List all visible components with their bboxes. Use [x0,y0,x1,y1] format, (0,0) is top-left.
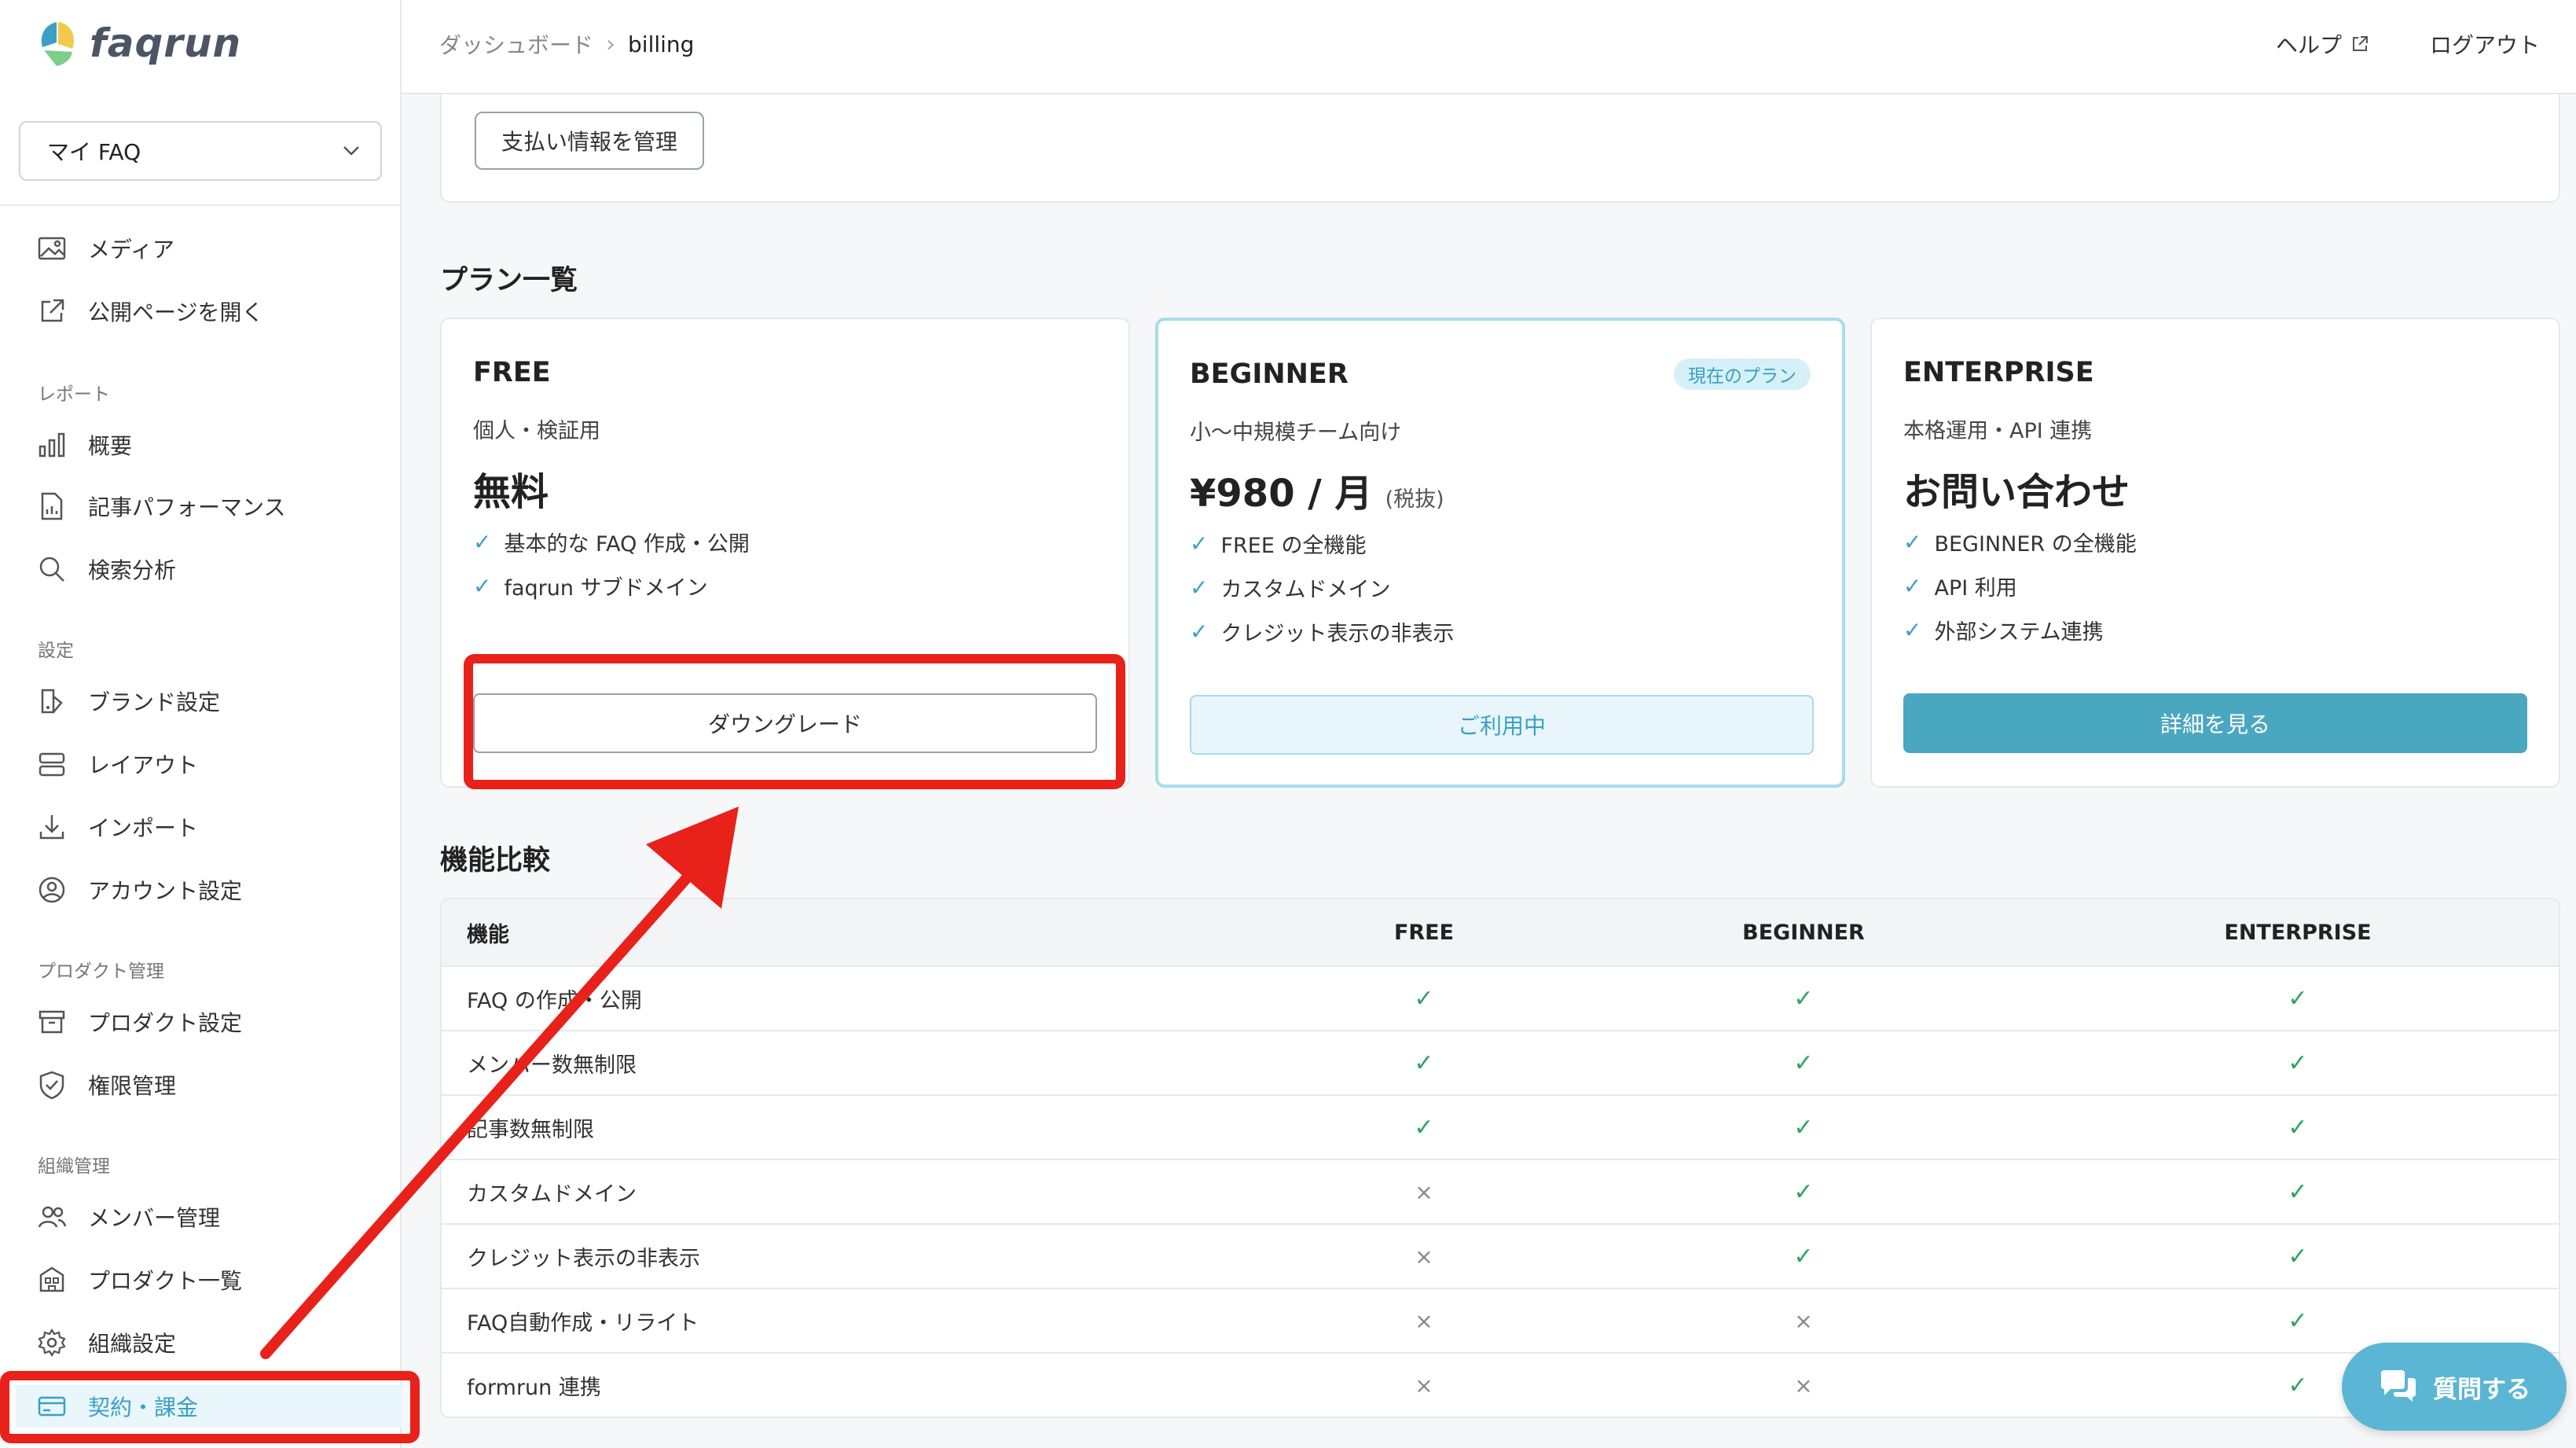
annotation-arrow-icon [260,807,739,1359]
